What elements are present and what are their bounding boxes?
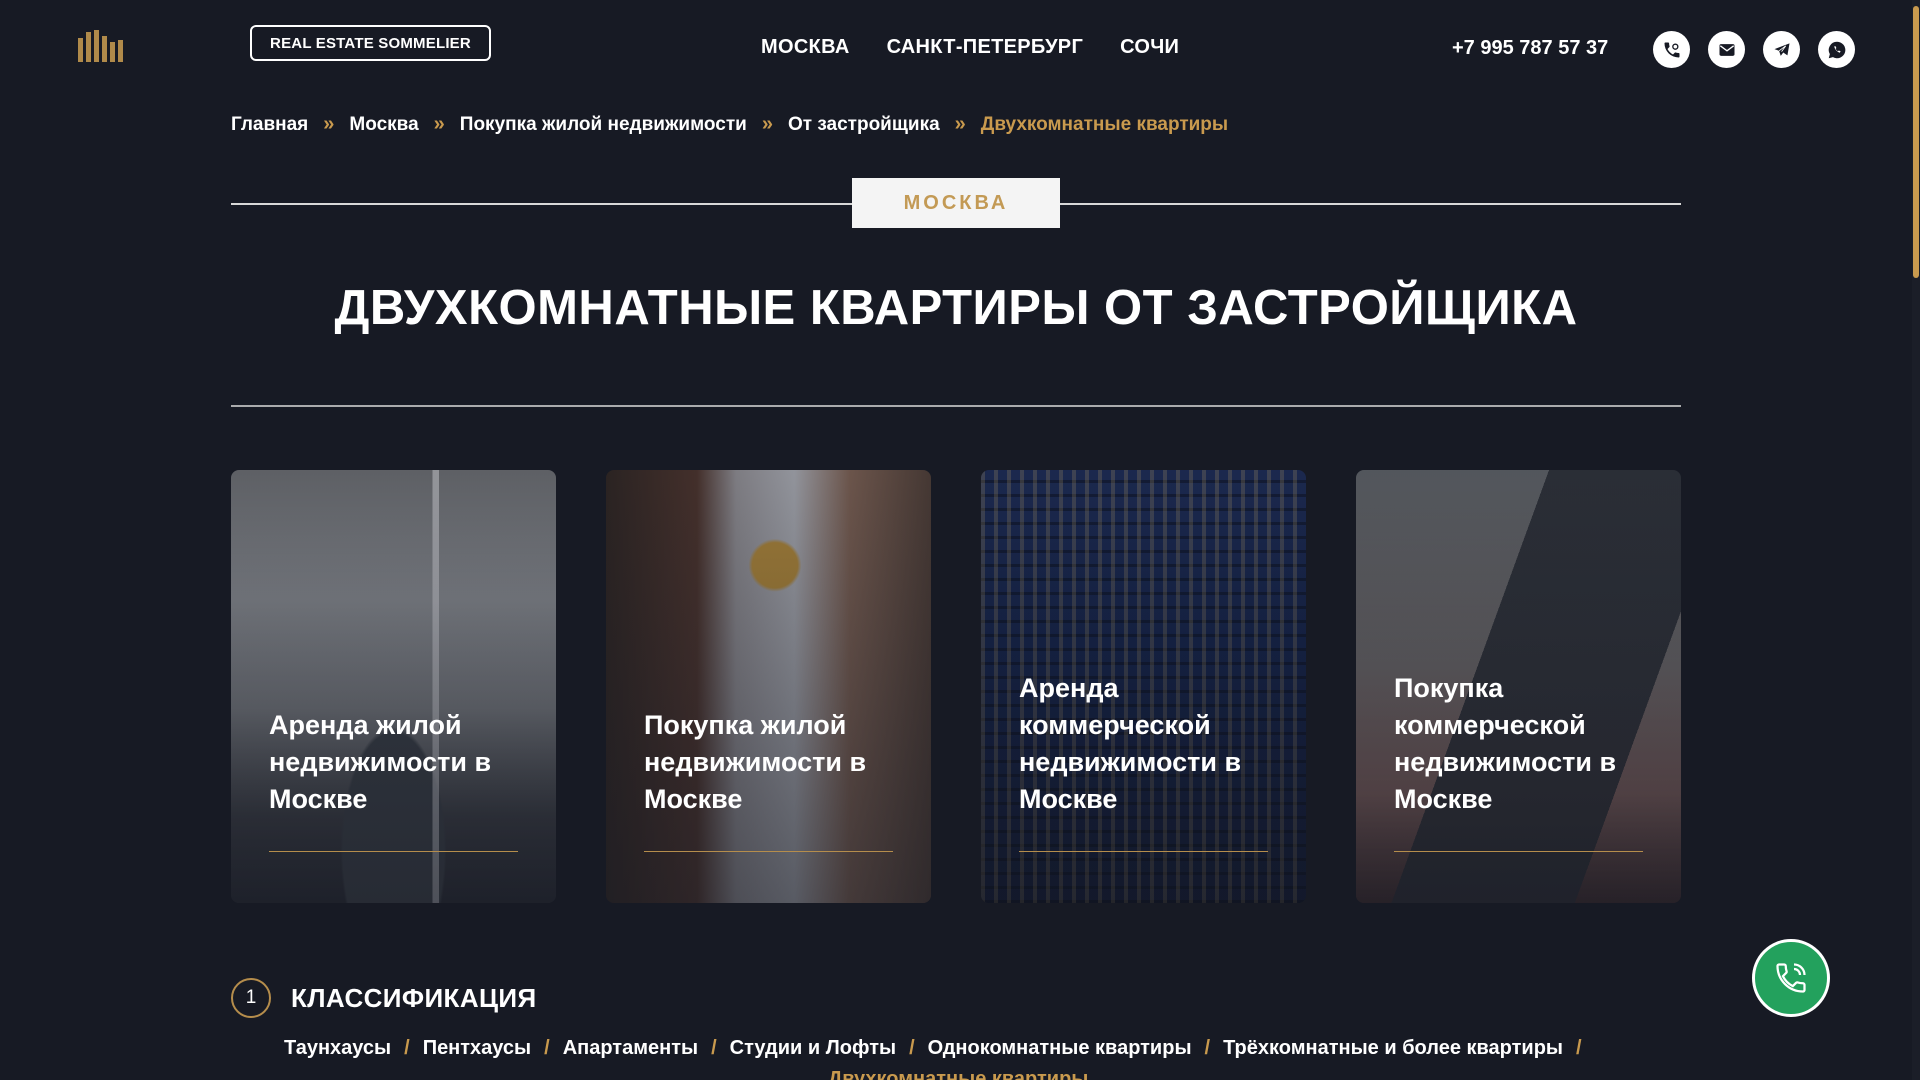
card-overlay: [606, 470, 931, 903]
nav-moscow[interactable]: МОСКВА: [761, 36, 850, 59]
card-commercial-rent[interactable]: Аренда коммерческой недвижимости в Москв…: [981, 470, 1306, 903]
card-rule: [269, 851, 518, 852]
scrollbar-thumb[interactable]: [1913, 6, 1919, 278]
card-commercial-purchase[interactable]: Покупка коммерческой недвижимости в Моск…: [1356, 470, 1681, 903]
nav-saint-petersburg[interactable]: САНКТ-ПЕТЕРБУРГ: [887, 36, 1084, 59]
page-title: ДВУХКОМНАТНЫЕ КВАРТИРЫ ОТ ЗАСТРОЙЩИКА: [334, 281, 1578, 335]
section-title: КЛАССИФИКАЦИЯ: [291, 982, 537, 1013]
link-townhouses[interactable]: Таунхаусы: [284, 1037, 391, 1060]
category-cards: Аренда жилой недвижимости в Москве Покуп…: [231, 470, 1681, 903]
link-separator: /: [1576, 1037, 1582, 1059]
phone-number[interactable]: +7 995 787 57 37: [1452, 37, 1608, 60]
link-separator: /: [711, 1037, 717, 1059]
brand-button[interactable]: REAL ESTATE SOMMELIER: [250, 25, 491, 61]
card-residential-purchase[interactable]: Покупка жилой недвижимости в Москве: [606, 470, 931, 903]
phone-icon: [1776, 963, 1806, 993]
card-rule: [1394, 851, 1643, 852]
mail-icon[interactable]: [1708, 31, 1745, 68]
breadcrumb-current: Двухкомнатные квартиры: [980, 113, 1229, 135]
card-label: Покупка жилой недвижимости в Москве: [644, 710, 867, 814]
card-rule: [644, 851, 893, 852]
social-links: [1653, 31, 1855, 68]
classification-heading: 1 КЛАССИФИКАЦИЯ: [231, 978, 537, 1018]
breadcrumb-from-developer[interactable]: От застройщика: [788, 114, 940, 136]
breadcrumb-separator: »: [761, 113, 773, 135]
breadcrumb-separator: »: [433, 113, 445, 135]
breadcrumb-separator: »: [323, 113, 335, 135]
link-apartments[interactable]: Апартаменты: [563, 1037, 698, 1060]
section-number: 1: [231, 978, 271, 1018]
card-residential-rent[interactable]: Аренда жилой недвижимости в Москве: [231, 470, 556, 903]
breadcrumb-residential-purchase[interactable]: Покупка жилой недвижимости: [460, 114, 747, 136]
classification-links: Таунхаусы / Пентхаусы / Апартаменты / Ст…: [284, 1037, 1595, 1060]
logo-icon[interactable]: [78, 30, 124, 62]
breadcrumb-moscow[interactable]: Москва: [349, 114, 418, 136]
link-studios-lofts[interactable]: Студии и Лофты: [730, 1037, 896, 1060]
link-separator: /: [909, 1037, 915, 1059]
city-nav: МОСКВА САНКТ-ПЕТЕРБУРГ СОЧИ: [761, 36, 1179, 59]
link-separator: /: [544, 1037, 550, 1059]
link-one-room[interactable]: Однокомнатные квартиры: [928, 1037, 1192, 1060]
divider-line-right: [1060, 203, 1681, 205]
city-divider: МОСКВА: [231, 178, 1681, 228]
breadcrumb-separator: »: [954, 113, 966, 135]
card-label: Аренда коммерческой недвижимости в Москв…: [1019, 673, 1242, 814]
breadcrumb-home[interactable]: Главная: [231, 114, 308, 136]
link-penthouses[interactable]: Пентхаусы: [423, 1037, 531, 1060]
card-label: Покупка коммерческой недвижимости в Моск…: [1394, 673, 1617, 814]
card-label: Аренда жилой недвижимости в Москве: [269, 710, 492, 814]
city-badge: МОСКВА: [852, 178, 1060, 228]
telegram-icon[interactable]: [1763, 31, 1800, 68]
title-divider: [231, 405, 1681, 407]
card-overlay: [231, 470, 556, 903]
phone-icon[interactable]: [1653, 31, 1690, 68]
site-header: REAL ESTATE SOMMELIER МОСКВА САНКТ-ПЕТЕР…: [0, 0, 1920, 100]
card-rule: [1019, 851, 1268, 852]
divider-line-left: [231, 203, 852, 205]
nav-sochi[interactable]: СОЧИ: [1120, 36, 1179, 59]
call-button[interactable]: [1752, 939, 1830, 1017]
link-three-room-plus[interactable]: Трёхкомнатные и более квартиры: [1223, 1037, 1563, 1060]
link-separator: /: [1204, 1037, 1211, 1059]
whatsapp-icon[interactable]: [1818, 31, 1855, 68]
link-separator: /: [404, 1037, 410, 1059]
page-scrollbar[interactable]: [1912, 0, 1920, 1080]
breadcrumb: Главная » Москва » Покупка жилой недвижи…: [231, 113, 1228, 136]
link-two-room-active[interactable]: Двухкомнатные квартиры: [828, 1068, 1088, 1080]
